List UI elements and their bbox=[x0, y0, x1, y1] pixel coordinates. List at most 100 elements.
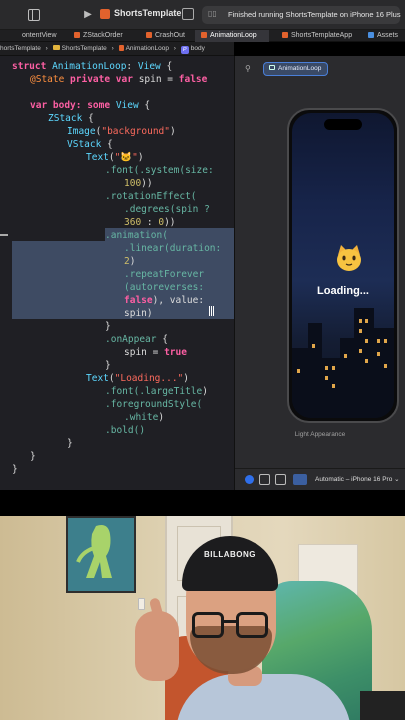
code-token: View bbox=[137, 61, 161, 72]
folder-icon bbox=[52, 45, 60, 50]
code-token: 360 bbox=[124, 217, 142, 228]
swift-file-icon bbox=[146, 31, 152, 38]
breadcrumb-folder[interactable]: ShortsTemplate › bbox=[52, 45, 114, 52]
code-token: { bbox=[160, 61, 173, 72]
code-line: (autoreverses: bbox=[124, 281, 204, 294]
cat-emoji bbox=[334, 243, 364, 273]
tab-shortstemplateapp[interactable]: ShortsTemplateApp bbox=[282, 30, 352, 42]
code-line: Text("Loading...") bbox=[86, 372, 189, 385]
code-token: { bbox=[156, 334, 168, 345]
code-token: @State bbox=[30, 74, 65, 85]
tab-zstackorder[interactable]: ZStackOrder bbox=[74, 30, 123, 42]
tab-assets[interactable]: Assets bbox=[368, 30, 398, 42]
preview-selector[interactable]: AnimationLoop bbox=[263, 62, 329, 76]
code-token: body: some bbox=[47, 100, 116, 111]
window-light bbox=[359, 329, 362, 333]
gutter-marker bbox=[0, 234, 8, 236]
window-light bbox=[384, 339, 387, 343]
tab-label: ontentView bbox=[22, 32, 57, 39]
code-line: 100)) bbox=[124, 177, 153, 190]
tab-animationloop[interactable]: AnimationLoop bbox=[195, 30, 269, 42]
code-line: .font(.largeTitle) bbox=[105, 385, 208, 398]
code-editor[interactable]: struct AnimationLoop: View { @State priv… bbox=[0, 56, 234, 490]
webcam-feed: BILLABONG bbox=[0, 516, 405, 720]
device-selector[interactable]: Automatic – iPhone 16 Pro ⌄ bbox=[315, 474, 400, 485]
skyline-building bbox=[320, 358, 342, 418]
code-token: ZStack bbox=[48, 113, 83, 124]
code-line: @State private var spin = false bbox=[30, 73, 207, 86]
code-line: 2) bbox=[124, 255, 135, 268]
code-line: .white) bbox=[124, 411, 164, 424]
code-token: : bbox=[126, 61, 138, 72]
code-token: .font( bbox=[105, 165, 140, 176]
grid-icon[interactable] bbox=[275, 474, 286, 485]
code-token: } bbox=[105, 360, 111, 371]
code-line: ZStack { bbox=[48, 112, 94, 125]
code-token: )) bbox=[141, 178, 153, 189]
pin-icon[interactable]: ⚲ bbox=[245, 64, 251, 73]
code-token: "Loading..." bbox=[114, 373, 184, 384]
selectable-mode-icon[interactable] bbox=[259, 474, 270, 485]
window-light bbox=[359, 319, 362, 323]
glasses-bridge bbox=[223, 620, 237, 623]
code-line: var body: some View { bbox=[30, 99, 150, 112]
code-token: } bbox=[105, 321, 111, 332]
preview-chip-label: AnimationLoop bbox=[278, 65, 322, 72]
breadcrumb-label: ShortsTemplate bbox=[61, 45, 107, 52]
tab-label: Assets bbox=[377, 32, 399, 39]
phone-icon: ▯▯ bbox=[208, 9, 217, 18]
code-line: .linear(duration: bbox=[124, 242, 221, 255]
play-icon[interactable]: ▶ bbox=[82, 9, 94, 21]
preview-canvas: ⚲ AnimationLoop Loading... Light Appeara… bbox=[234, 56, 405, 490]
window-light bbox=[332, 384, 335, 388]
code-token: false bbox=[124, 295, 153, 306]
glasses-lens bbox=[236, 612, 268, 638]
breadcrumb-project[interactable]: hortsTemplate › bbox=[0, 45, 48, 52]
divider-band bbox=[0, 490, 405, 516]
shelf bbox=[360, 691, 405, 720]
code-token: = bbox=[146, 347, 165, 358]
code-token: spin bbox=[138, 74, 162, 85]
breadcrumb-file[interactable]: AnimationLoop › bbox=[118, 44, 176, 52]
canvas-controls: Automatic – iPhone 16 Pro ⌄ bbox=[235, 468, 405, 490]
skyline-building bbox=[372, 328, 394, 418]
code-token: View bbox=[115, 100, 139, 111]
swift-file-icon bbox=[118, 44, 124, 51]
activity-status: ▯▯ Finished running ShortsTemplate on iP… bbox=[202, 6, 401, 24]
code-line: .onAppear { bbox=[105, 333, 168, 346]
code-line: .repeatForever bbox=[124, 268, 204, 281]
skyline-building bbox=[354, 308, 374, 418]
code-token: Text bbox=[86, 373, 109, 384]
tab-label: ZStackOrder bbox=[83, 32, 123, 39]
code-token: = bbox=[161, 74, 179, 85]
iphone-preview[interactable]: Loading... bbox=[287, 108, 399, 423]
code-line: spin = true bbox=[124, 346, 187, 359]
assets-icon bbox=[368, 31, 374, 38]
swift-file-icon bbox=[282, 31, 288, 38]
tab-label: ShortsTemplateApp bbox=[291, 32, 353, 39]
tab-label: AnimationLoop bbox=[210, 32, 257, 39]
window-light bbox=[377, 339, 380, 343]
code-token: { bbox=[101, 139, 113, 150]
code-token: { bbox=[138, 100, 151, 111]
code-line: } bbox=[105, 320, 111, 333]
breadcrumb-symbol[interactable]: Pbody bbox=[180, 45, 208, 54]
code-line: VStack { bbox=[67, 138, 113, 151]
live-mode-icon[interactable] bbox=[245, 475, 254, 484]
window-light bbox=[365, 339, 368, 343]
code-token: struct bbox=[12, 61, 47, 72]
code-token: ) bbox=[137, 152, 144, 163]
device-icon[interactable] bbox=[182, 8, 194, 20]
tab-crashout[interactable]: CrashOut bbox=[146, 30, 185, 42]
swift-file-icon bbox=[201, 31, 207, 38]
tab-contentview[interactable]: ontentView bbox=[22, 30, 57, 42]
code-token: } bbox=[12, 464, 18, 475]
variants-icon[interactable] bbox=[293, 474, 307, 485]
sidebar-toggle-icon[interactable] bbox=[28, 9, 40, 21]
code-token: 100 bbox=[124, 178, 142, 189]
window-light bbox=[325, 366, 328, 370]
code-token: ), value: bbox=[152, 295, 205, 306]
breadcrumb-label: hortsTemplate bbox=[0, 45, 41, 52]
code-token: "🐱" bbox=[114, 152, 138, 163]
appearance-label[interactable]: Light Appearance bbox=[235, 431, 405, 438]
